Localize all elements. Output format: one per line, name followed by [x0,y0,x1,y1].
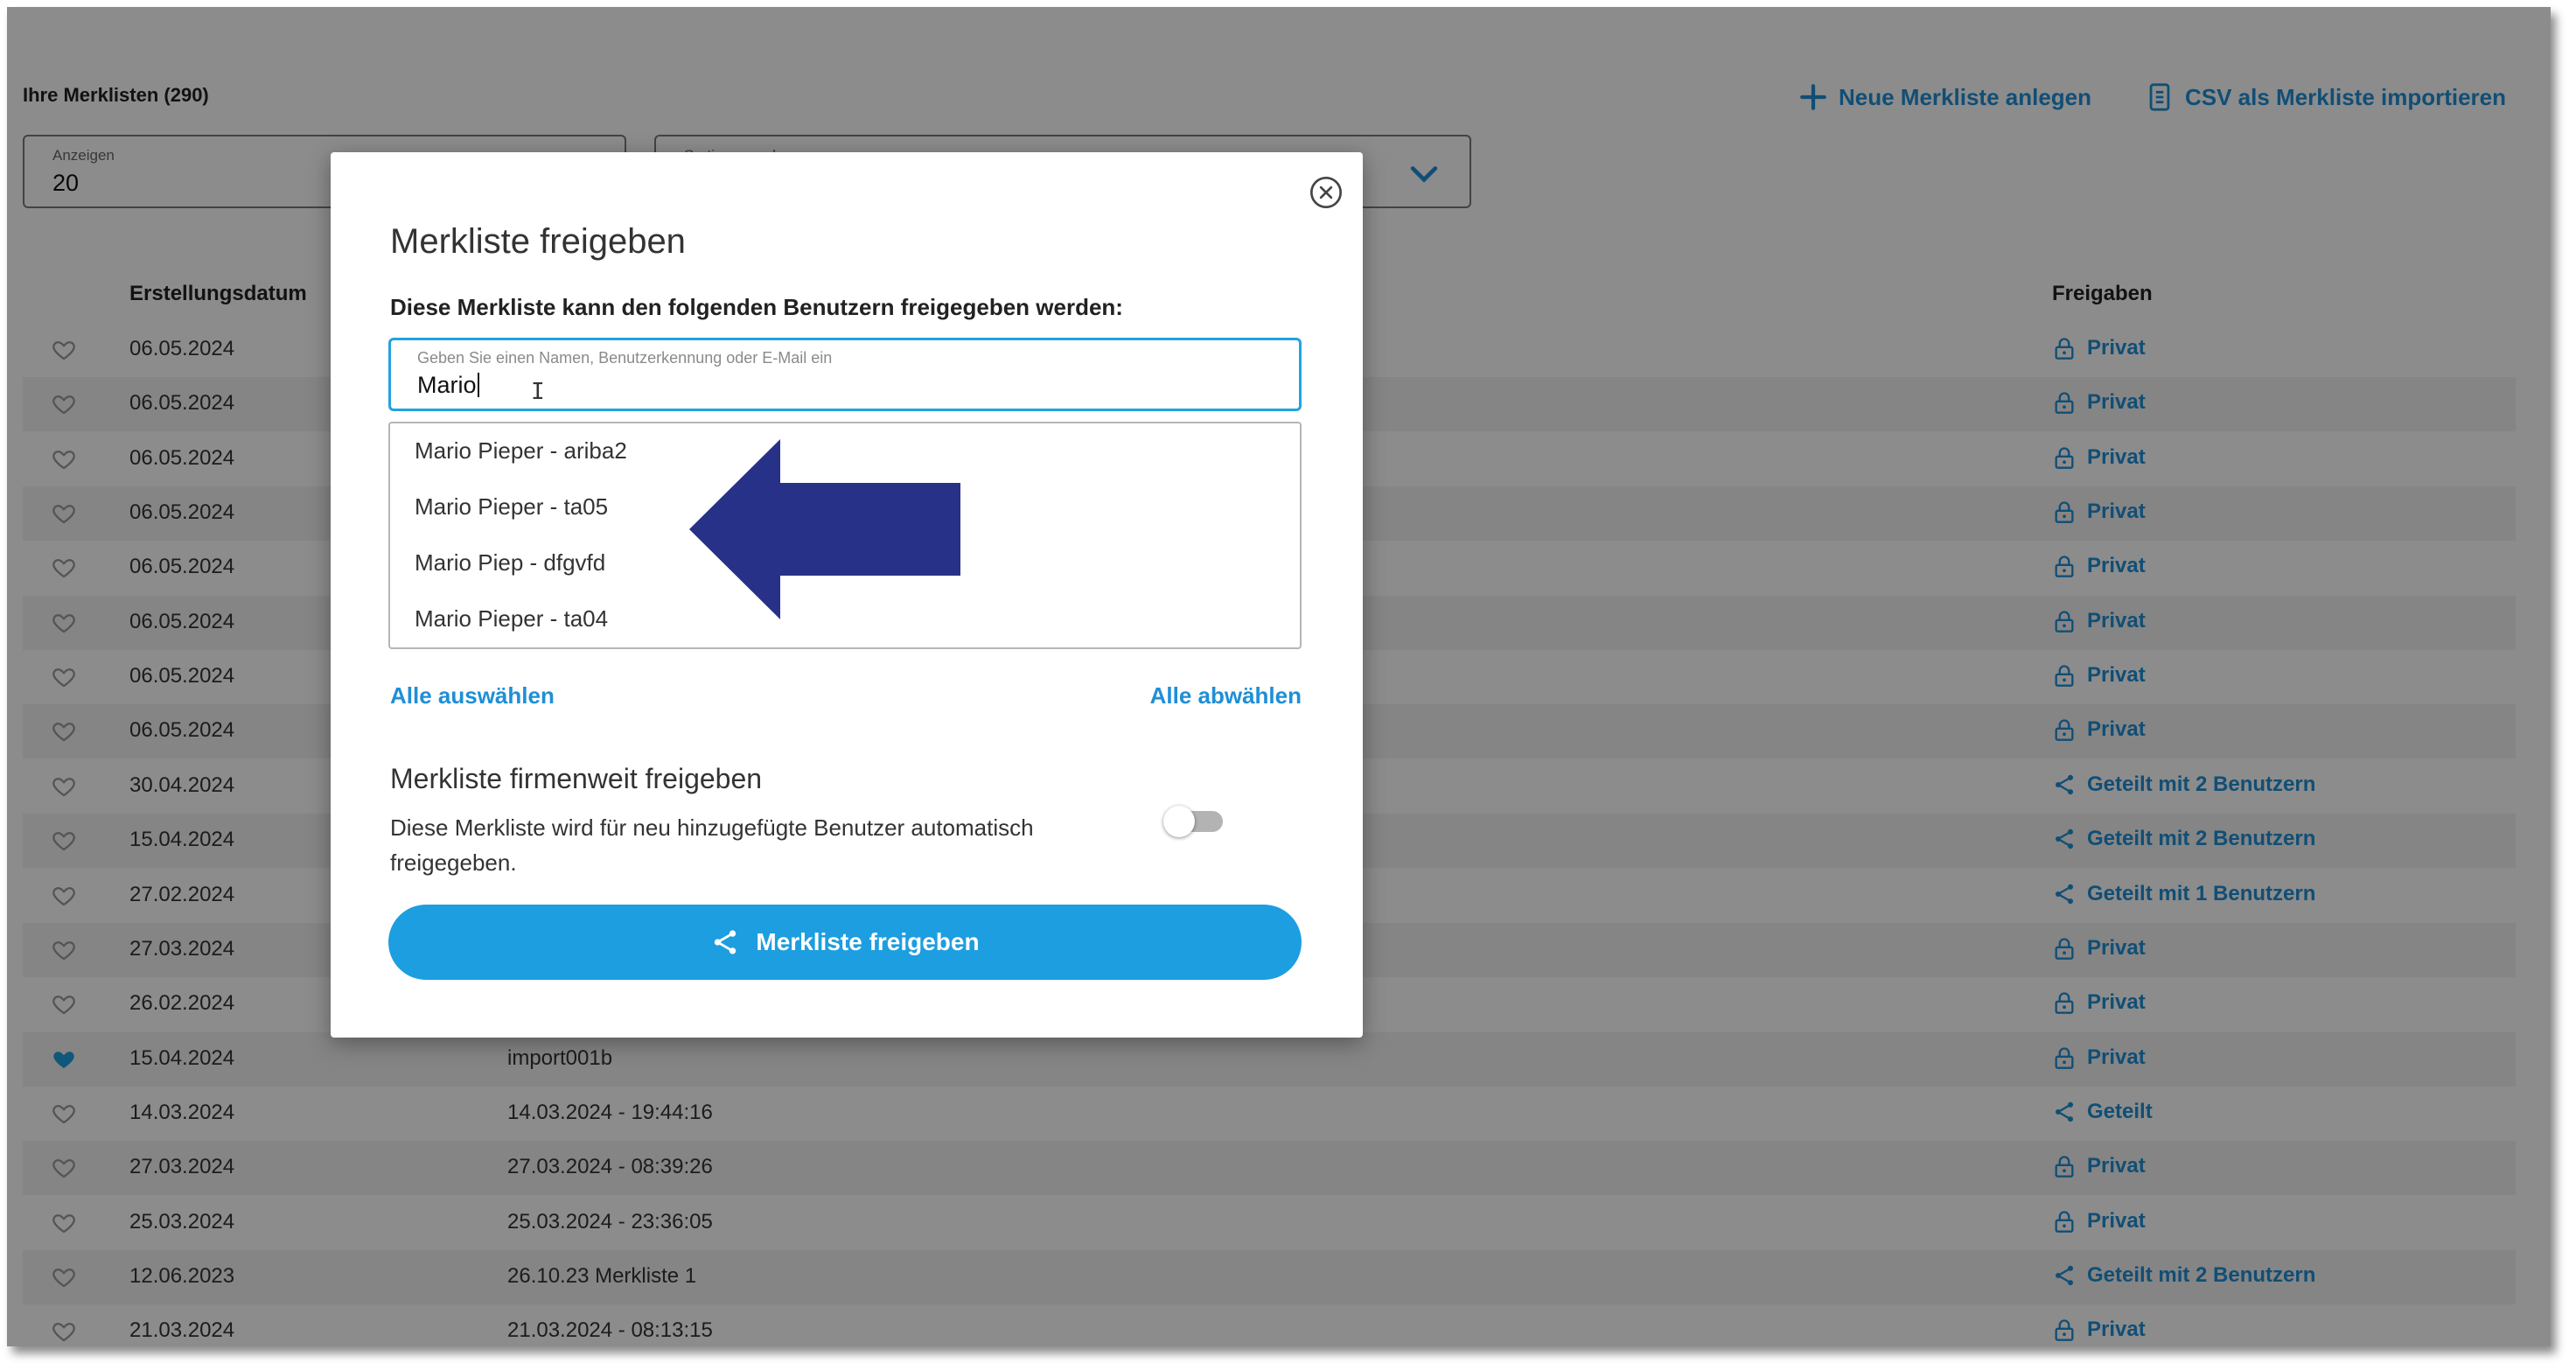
text-caret [477,373,479,397]
select-all-link[interactable]: Alle auswählen [390,682,555,709]
user-search-placeholder: Geben Sie einen Namen, Benutzerkennung o… [417,349,833,367]
suggestion-item[interactable]: Mario Pieper - ta05 [415,493,608,521]
dialog-title: Merkliste freigeben [390,222,686,261]
user-search-input[interactable]: Geben Sie einen Namen, Benutzerkennung o… [388,338,1302,411]
close-icon[interactable] [1309,175,1344,210]
user-search-value: Mario [417,372,479,399]
suggestion-item[interactable]: Mario Piep - dfgvfd [415,549,605,577]
share-submit-button[interactable]: Merkliste freigeben [388,905,1302,980]
annotation-arrow-icon [689,439,960,619]
company-share-toggle[interactable] [1163,804,1225,839]
suggestion-item[interactable]: Mario Pieper - ta04 [415,605,608,633]
company-share-title: Merkliste firmenweit freigeben [390,763,763,794]
dialog-subtitle: Diese Merkliste kann den folgenden Benut… [390,294,1123,320]
deselect-all-link[interactable]: Alle abwählen [1150,682,1302,709]
share-icon [715,930,736,954]
company-share-description: Diese Merkliste wird für neu hinzugefügt… [390,814,1034,876]
user-search-value-text: Mario [417,372,477,398]
share-submit-label: Merkliste freigeben [756,928,980,955]
text-cursor-icon: I [531,379,545,405]
suggestion-item[interactable]: Mario Pieper - ariba2 [415,437,627,465]
screenshot-frame: Ihre Merklisten (290) Neue Merkliste anl… [7,7,2551,1346]
toggle-knob [1163,806,1195,837]
watchlist-page: Ihre Merklisten (290) Neue Merkliste anl… [7,7,2551,1346]
